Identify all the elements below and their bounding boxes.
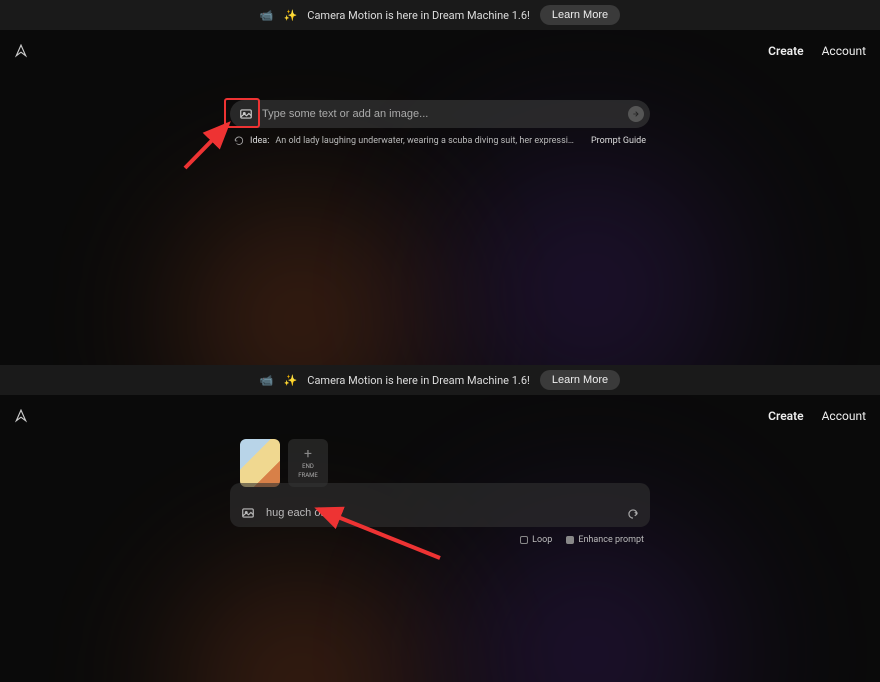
announcement-banner: 📹 ✨ Camera Motion is here in Dream Machi… bbox=[0, 365, 880, 395]
learn-more-button[interactable]: Learn More bbox=[540, 5, 620, 25]
idea-label: Idea: bbox=[250, 136, 269, 146]
plus-icon: + bbox=[304, 447, 312, 461]
idea-text[interactable]: An old lady laughing underwater, wearing… bbox=[275, 136, 577, 146]
banner-text: Camera Motion is here in Dream Machine 1… bbox=[307, 9, 530, 22]
nav-account[interactable]: Account bbox=[822, 409, 866, 423]
end-frame-label-2: FRAME bbox=[298, 472, 318, 479]
add-image-icon[interactable] bbox=[238, 106, 254, 122]
enhance-prompt-checkbox[interactable]: Enhance prompt bbox=[566, 535, 644, 545]
luma-logo-icon[interactable] bbox=[14, 44, 28, 58]
top-header: Create Account bbox=[0, 30, 880, 72]
panel-top: 📹 ✨ Camera Motion is here in Dream Machi… bbox=[0, 0, 880, 365]
sparkle-emoji-icon: ✨ bbox=[284, 374, 298, 387]
panel-bottom: 📹 ✨ Camera Motion is here in Dream Machi… bbox=[0, 365, 880, 682]
prompt-area: Idea: An old lady laughing underwater, w… bbox=[230, 100, 650, 146]
nav-create[interactable]: Create bbox=[768, 409, 803, 423]
bottom-nav: Create Account bbox=[768, 409, 866, 423]
nav-create[interactable]: Create bbox=[768, 44, 803, 58]
luma-logo-icon[interactable] bbox=[14, 409, 28, 423]
sparkle-emoji-icon: ✨ bbox=[284, 9, 298, 22]
add-end-frame-button[interactable]: + END FRAME bbox=[288, 439, 328, 487]
checkbox-icon bbox=[566, 536, 574, 544]
start-frame-thumbnail[interactable] bbox=[240, 439, 280, 487]
checkbox-icon bbox=[520, 536, 528, 544]
submit-button[interactable] bbox=[628, 106, 644, 122]
learn-more-button[interactable]: Learn More bbox=[540, 370, 620, 390]
prompt-guide-link[interactable]: Prompt Guide bbox=[591, 136, 646, 146]
bottom-header: Create Account bbox=[0, 395, 880, 437]
top-nav: Create Account bbox=[768, 44, 866, 58]
options-row: Loop Enhance prompt bbox=[230, 535, 650, 545]
nav-account[interactable]: Account bbox=[822, 44, 866, 58]
add-image-icon[interactable] bbox=[240, 505, 256, 521]
loop-checkbox[interactable]: Loop bbox=[520, 535, 552, 545]
camera-emoji-icon: 📹 bbox=[260, 374, 274, 387]
prompt-area: + END FRAME Loop Enha bbox=[230, 439, 650, 545]
enhance-label: Enhance prompt bbox=[578, 535, 644, 545]
prompt-input[interactable] bbox=[266, 507, 616, 519]
camera-emoji-icon: 📹 bbox=[260, 9, 274, 22]
banner-text: Camera Motion is here in Dream Machine 1… bbox=[307, 374, 530, 387]
announcement-banner: 📹 ✨ Camera Motion is here in Dream Machi… bbox=[0, 0, 880, 30]
idea-row: Idea: An old lady laughing underwater, w… bbox=[230, 136, 650, 146]
loop-label: Loop bbox=[532, 535, 552, 545]
prompt-bar bbox=[230, 100, 650, 128]
prompt-bar bbox=[230, 483, 650, 527]
end-frame-label-1: END bbox=[302, 463, 314, 470]
refresh-icon[interactable] bbox=[234, 136, 244, 146]
submit-button[interactable] bbox=[626, 506, 640, 520]
frames-row: + END FRAME bbox=[230, 439, 650, 487]
prompt-input[interactable] bbox=[262, 108, 620, 120]
